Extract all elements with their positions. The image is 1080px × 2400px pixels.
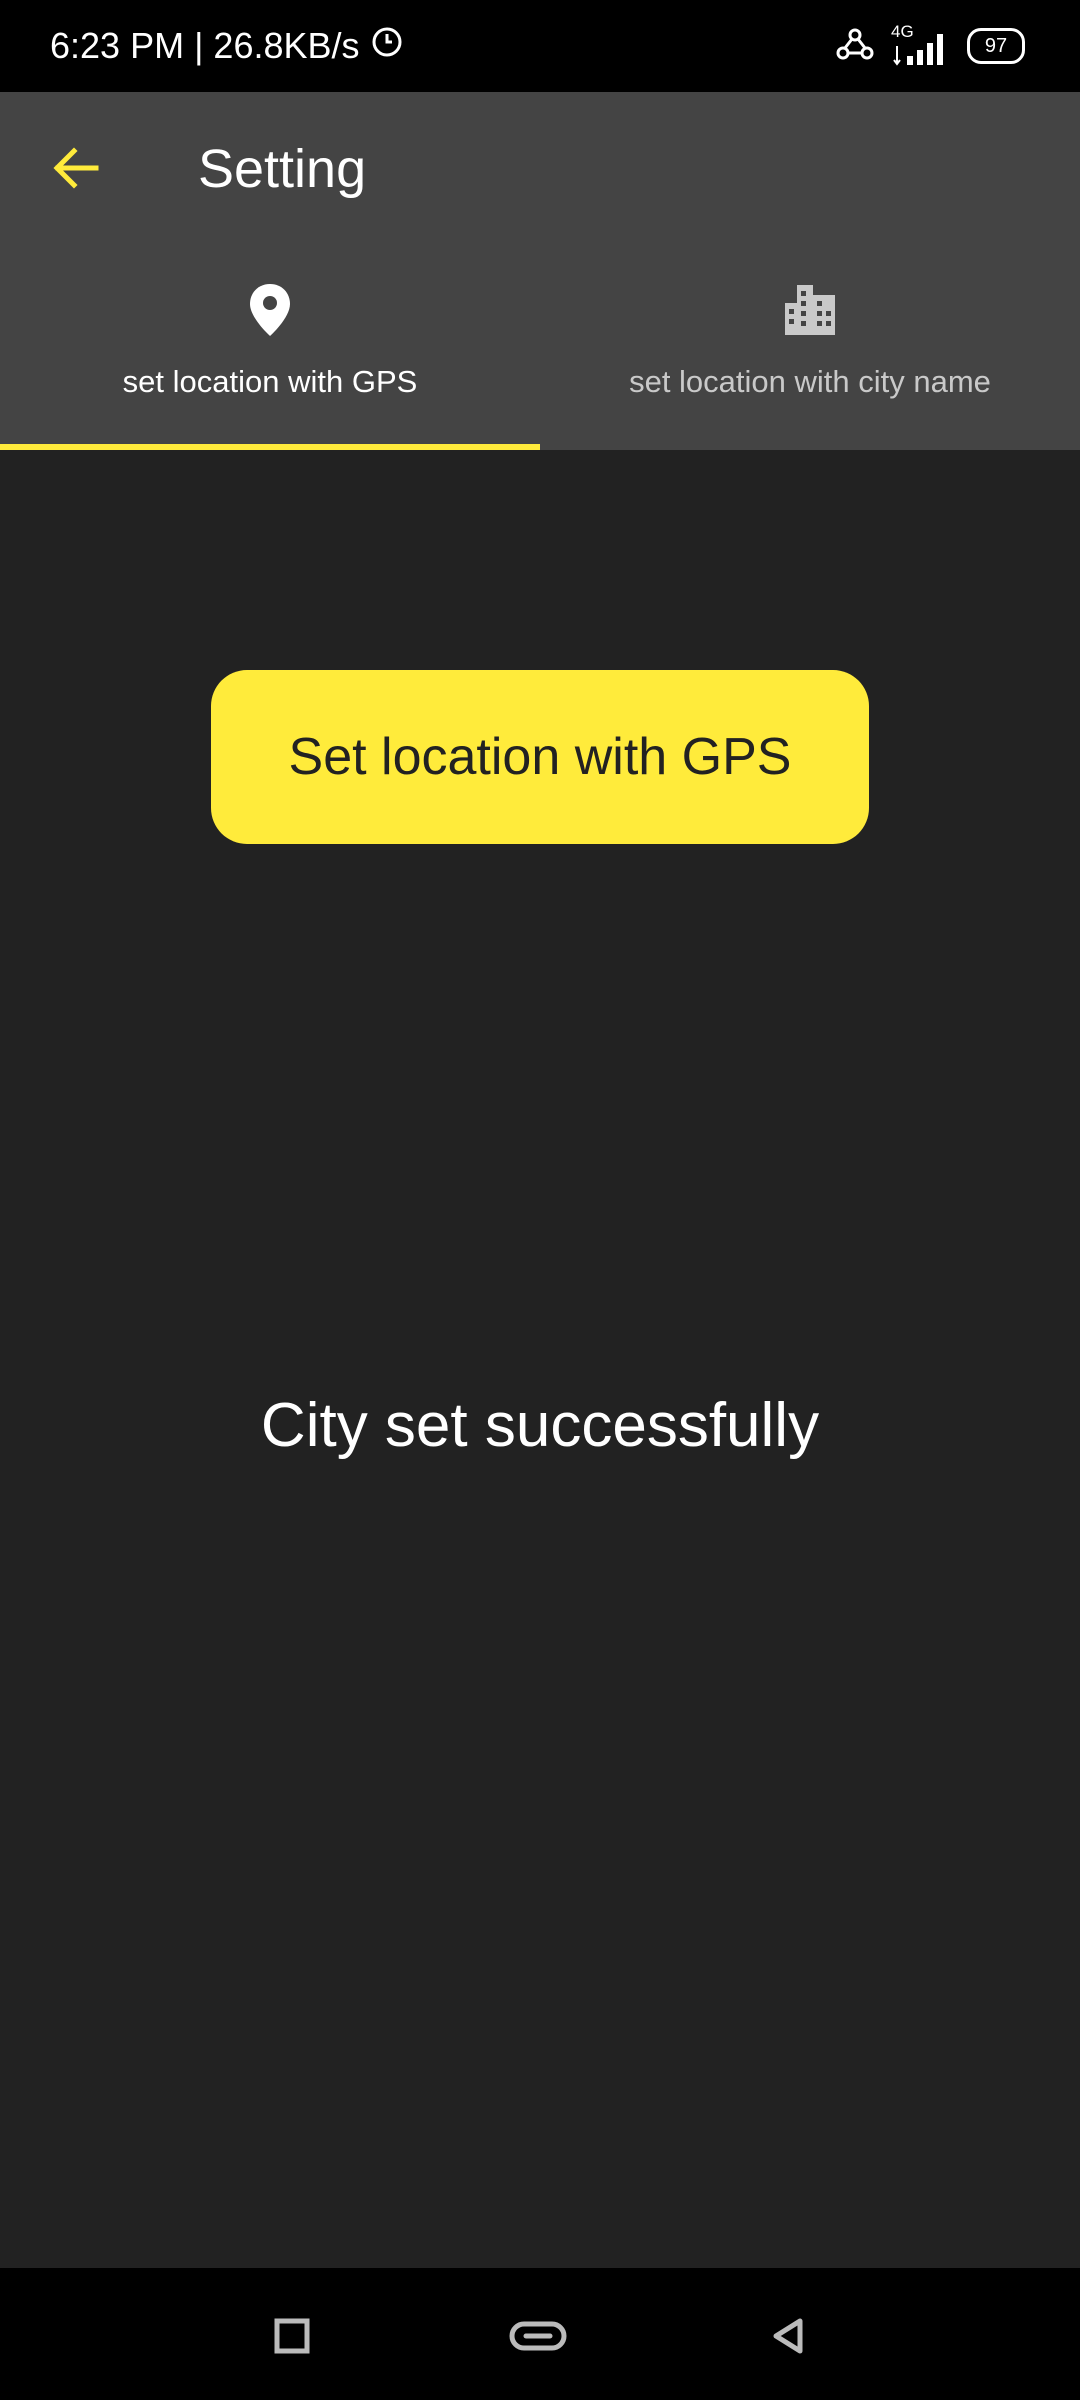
tab-city-label: set location with city name (629, 364, 991, 399)
status-left: 6:23 PM | 26.8KB/s (50, 0, 404, 92)
tab-city-name[interactable]: set location with city name (540, 278, 1080, 450)
set-location-gps-button[interactable]: Set location with GPS (211, 670, 869, 844)
status-right: 4G 97 (835, 0, 1025, 92)
status-time-speed: 6:23 PM | 26.8KB/s (50, 25, 360, 66)
status-message: City set successfully (260, 1391, 820, 1460)
battery-icon: 97 (967, 28, 1025, 64)
battery-level: 97 (984, 34, 1008, 57)
tab-gps[interactable]: set location with GPS (0, 278, 540, 450)
back-button[interactable] (40, 132, 112, 204)
home-button[interactable] (506, 2304, 570, 2368)
recents-icon (274, 2318, 310, 2354)
clock-icon (370, 25, 404, 68)
hotspot-icon (835, 27, 875, 66)
city-building-icon (783, 278, 837, 342)
status-bar: 6:23 PM | 26.8KB/s 4G 97 (0, 0, 1080, 92)
app-bar: Setting set location with GPS set locati… (0, 92, 1080, 450)
arrow-left-icon (53, 147, 99, 189)
location-pin-icon (248, 278, 292, 342)
signal-icon: 4G (891, 22, 951, 66)
system-back-button[interactable] (756, 2304, 820, 2368)
tab-indicator (0, 444, 540, 450)
navigation-bar (0, 2268, 1080, 2400)
back-icon (773, 2318, 803, 2354)
network-type: 4G (891, 22, 914, 41)
tab-gps-label: set location with GPS (122, 364, 418, 399)
recents-button[interactable] (260, 2304, 324, 2368)
page-title: Setting (198, 139, 367, 199)
home-icon (509, 2321, 567, 2351)
